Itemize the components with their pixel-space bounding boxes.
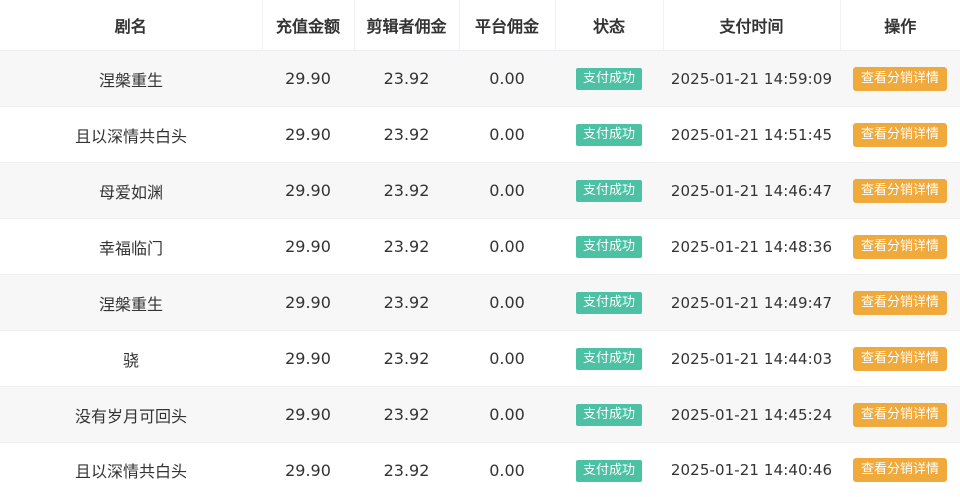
column-header-editor-commission[interactable]: 剪辑者佣金	[354, 0, 459, 51]
cell-status: 支付成功	[555, 443, 663, 497]
cell-pay-time: 2025-01-21 14:44:03	[663, 331, 840, 387]
cell-recharge-amount: 29.90	[262, 51, 354, 107]
cell-platform-commission: 0.00	[459, 443, 555, 497]
cell-platform-commission: 0.00	[459, 107, 555, 163]
cell-recharge-amount: 29.90	[262, 163, 354, 219]
table-row: 涅槃重生 29.90 23.92 0.00 支付成功 2025-01-21 14…	[0, 275, 960, 331]
cell-drama-name: 涅槃重生	[0, 51, 262, 107]
cell-status: 支付成功	[555, 219, 663, 275]
table-row: 且以深情共白头 29.90 23.92 0.00 支付成功 2025-01-21…	[0, 443, 960, 497]
status-badge: 支付成功	[576, 236, 642, 258]
cell-platform-commission: 0.00	[459, 275, 555, 331]
header-row: 剧名 充值金额 剪辑者佣金 平台佣金 状态 支付时间 操作	[0, 0, 960, 51]
cell-status: 支付成功	[555, 107, 663, 163]
column-header-status[interactable]: 状态	[555, 0, 663, 51]
cell-recharge-amount: 29.90	[262, 387, 354, 443]
view-distribution-details-button[interactable]: 查看分销详情	[853, 67, 947, 91]
table-row: 涅槃重生 29.90 23.92 0.00 支付成功 2025-01-21 14…	[0, 51, 960, 107]
cell-pay-time: 2025-01-21 14:48:36	[663, 219, 840, 275]
column-header-name[interactable]: 剧名	[0, 0, 262, 51]
cell-platform-commission: 0.00	[459, 331, 555, 387]
table-row: 幸福临门 29.90 23.92 0.00 支付成功 2025-01-21 14…	[0, 219, 960, 275]
cell-editor-commission: 23.92	[354, 387, 459, 443]
view-distribution-details-button[interactable]: 查看分销详情	[853, 235, 947, 259]
table-row: 母爱如渊 29.90 23.92 0.00 支付成功 2025-01-21 14…	[0, 163, 960, 219]
cell-recharge-amount: 29.90	[262, 275, 354, 331]
status-badge: 支付成功	[576, 348, 642, 370]
cell-recharge-amount: 29.90	[262, 331, 354, 387]
cell-actions: 查看分销详情	[840, 275, 960, 331]
view-distribution-details-button[interactable]: 查看分销详情	[853, 179, 947, 203]
cell-pay-time: 2025-01-21 14:46:47	[663, 163, 840, 219]
status-badge: 支付成功	[576, 292, 642, 314]
cell-status: 支付成功	[555, 331, 663, 387]
cell-platform-commission: 0.00	[459, 163, 555, 219]
cell-pay-time: 2025-01-21 14:59:09	[663, 51, 840, 107]
table-row: 没有岁月可回头 29.90 23.92 0.00 支付成功 2025-01-21…	[0, 387, 960, 443]
cell-platform-commission: 0.00	[459, 51, 555, 107]
cell-platform-commission: 0.00	[459, 219, 555, 275]
cell-actions: 查看分销详情	[840, 443, 960, 497]
cell-drama-name: 且以深情共白头	[0, 443, 262, 497]
view-distribution-details-button[interactable]: 查看分销详情	[853, 123, 947, 147]
cell-pay-time: 2025-01-21 14:40:46	[663, 443, 840, 497]
cell-recharge-amount: 29.90	[262, 107, 354, 163]
cell-actions: 查看分销详情	[840, 331, 960, 387]
table-row: 骁 29.90 23.92 0.00 支付成功 2025-01-21 14:44…	[0, 331, 960, 387]
cell-editor-commission: 23.92	[354, 331, 459, 387]
column-header-pay-time[interactable]: 支付时间	[663, 0, 840, 51]
cell-drama-name: 没有岁月可回头	[0, 387, 262, 443]
column-header-platform-commission[interactable]: 平台佣金	[459, 0, 555, 51]
cell-drama-name: 且以深情共白头	[0, 107, 262, 163]
view-distribution-details-button[interactable]: 查看分销详情	[853, 347, 947, 371]
cell-drama-name: 幸福临门	[0, 219, 262, 275]
cell-pay-time: 2025-01-21 14:51:45	[663, 107, 840, 163]
view-distribution-details-button[interactable]: 查看分销详情	[853, 458, 947, 482]
cell-recharge-amount: 29.90	[262, 443, 354, 497]
commission-table: 剧名 充值金额 剪辑者佣金 平台佣金 状态 支付时间 操作 涅槃重生 29.90…	[0, 0, 960, 497]
status-badge: 支付成功	[576, 460, 642, 482]
cell-editor-commission: 23.92	[354, 163, 459, 219]
cell-drama-name: 母爱如渊	[0, 163, 262, 219]
cell-pay-time: 2025-01-21 14:49:47	[663, 275, 840, 331]
cell-status: 支付成功	[555, 51, 663, 107]
cell-editor-commission: 23.92	[354, 443, 459, 497]
cell-recharge-amount: 29.90	[262, 219, 354, 275]
cell-actions: 查看分销详情	[840, 219, 960, 275]
cell-pay-time: 2025-01-21 14:45:24	[663, 387, 840, 443]
cell-editor-commission: 23.92	[354, 275, 459, 331]
status-badge: 支付成功	[576, 124, 642, 146]
cell-status: 支付成功	[555, 163, 663, 219]
column-header-amount[interactable]: 充值金额	[262, 0, 354, 51]
cell-editor-commission: 23.92	[354, 51, 459, 107]
table-row: 且以深情共白头 29.90 23.92 0.00 支付成功 2025-01-21…	[0, 107, 960, 163]
cell-actions: 查看分销详情	[840, 387, 960, 443]
cell-actions: 查看分销详情	[840, 51, 960, 107]
view-distribution-details-button[interactable]: 查看分销详情	[853, 291, 947, 315]
cell-platform-commission: 0.00	[459, 387, 555, 443]
cell-actions: 查看分销详情	[840, 107, 960, 163]
cell-drama-name: 涅槃重生	[0, 275, 262, 331]
cell-status: 支付成功	[555, 387, 663, 443]
cell-status: 支付成功	[555, 275, 663, 331]
table-body: 涅槃重生 29.90 23.92 0.00 支付成功 2025-01-21 14…	[0, 51, 960, 497]
table-header: 剧名 充值金额 剪辑者佣金 平台佣金 状态 支付时间 操作	[0, 0, 960, 51]
cell-editor-commission: 23.92	[354, 219, 459, 275]
cell-drama-name: 骁	[0, 331, 262, 387]
column-header-actions: 操作	[840, 0, 960, 51]
view-distribution-details-button[interactable]: 查看分销详情	[853, 403, 947, 427]
status-badge: 支付成功	[576, 180, 642, 202]
status-badge: 支付成功	[576, 404, 642, 426]
status-badge: 支付成功	[576, 68, 642, 90]
cell-actions: 查看分销详情	[840, 163, 960, 219]
cell-editor-commission: 23.92	[354, 107, 459, 163]
